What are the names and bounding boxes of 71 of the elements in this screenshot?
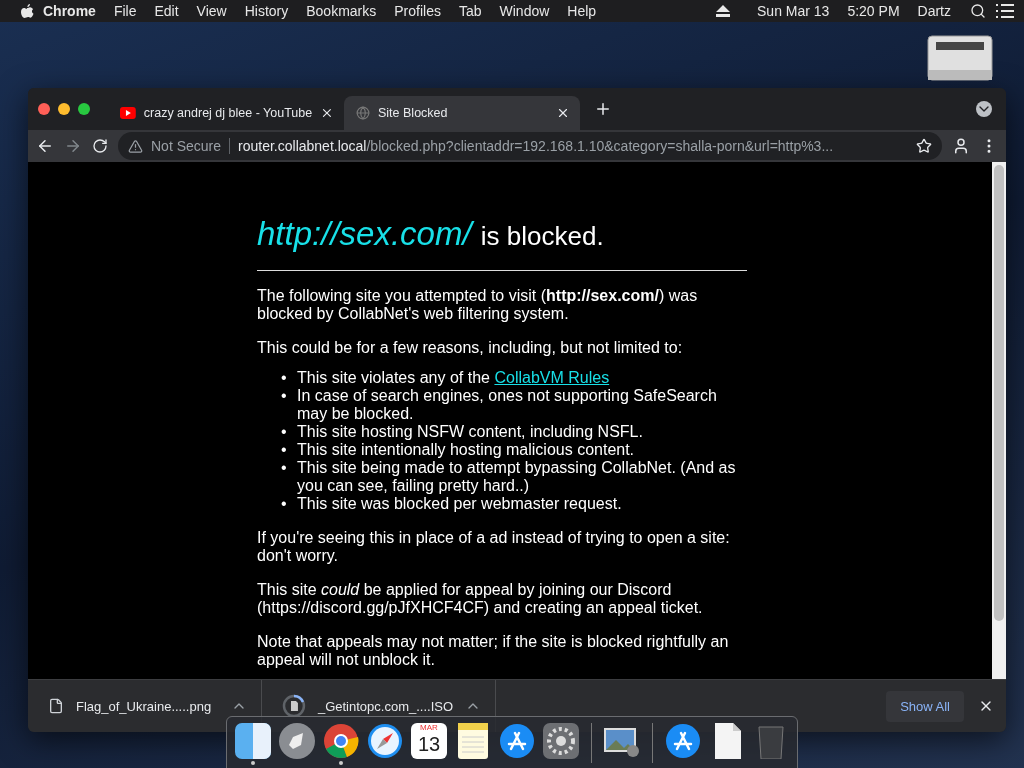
apple-icon[interactable] (20, 3, 34, 19)
new-tab-icon[interactable] (594, 100, 612, 118)
paragraph: Note that appeals may not matter; if the site is blocked rightfully an appeal will not unblock it. (257, 633, 730, 669)
close-icon[interactable] (320, 106, 334, 120)
menu-item[interactable]: Tab (449, 3, 491, 19)
url-text: router.collabnet.local/blocked.php?clientaddr=192.168.1.10&category=shalla-porn&url=http%3... (238, 138, 834, 154)
download-name[interactable]: Flag_of_Ukraine.....png (76, 698, 219, 714)
app-store-icon[interactable] (665, 723, 701, 759)
bullet: • (281, 387, 288, 406)
paragraph: This could be for a few reasons, including, but not limited to: (257, 339, 684, 357)
list-item: This site intentionally hosting malicious content. (297, 441, 635, 459)
bullet: • (281, 441, 288, 459)
globe-icon (356, 106, 370, 120)
browser-icon[interactable] (323, 723, 359, 759)
show-all-button[interactable]: Show All (886, 690, 964, 722)
download-name[interactable]: _Getintopc.com_....ISO (317, 698, 454, 714)
menu-item[interactable]: View (187, 3, 236, 19)
menu-user[interactable]: Dartz (908, 3, 960, 19)
close-button[interactable] (38, 103, 50, 115)
browser-tab[interactable]: crazy andrej dj blee - YouTube (108, 96, 344, 130)
paragraph: The following site you attempted to visit (http://sex.com/) was blocked by CollabNet's web filtering system. (257, 287, 699, 323)
compass-icon[interactable] (367, 723, 403, 759)
scrollbar[interactable] (992, 162, 1006, 679)
warning-icon (128, 138, 143, 154)
address-bar[interactable]: Not Secure router.collabnet.local/blocked.php?clientaddr=192.168.1.10&category=shalla-porn&url=http%3... (118, 132, 942, 160)
list-item: This site was blocked per webmaster request. (297, 495, 622, 513)
menu-item[interactable]: Help (558, 3, 606, 19)
menu-item[interactable]: Edit (145, 3, 188, 19)
app-store-icon[interactable] (499, 723, 535, 759)
menu-item[interactable]: History (235, 3, 298, 19)
list-icon[interactable] (996, 4, 1014, 18)
menu-item[interactable]: Profiles (385, 3, 450, 19)
menu-date[interactable]: Sun Mar 13 (748, 3, 839, 19)
bullet: • (281, 495, 288, 513)
reload-icon[interactable] (92, 138, 108, 154)
minimize-button[interactable] (58, 103, 70, 115)
forward-icon[interactable] (64, 137, 82, 155)
close-icon[interactable] (556, 106, 570, 120)
finder-icon[interactable] (235, 723, 271, 759)
video-icon (120, 107, 136, 119)
menu-item[interactable]: Bookmarks (297, 3, 386, 19)
zoom-button[interactable] (78, 103, 90, 115)
bookmark-icon[interactable] (916, 138, 932, 154)
tab-search-icon[interactable] (976, 101, 992, 117)
menu-item[interactable]: Window (490, 3, 559, 19)
search-icon[interactable] (970, 3, 986, 19)
gear-icon[interactable] (543, 723, 579, 759)
bullet: • (281, 459, 288, 478)
file-icon (48, 698, 64, 714)
menu-time[interactable]: 5:20 PM (838, 3, 909, 19)
rules-link[interactable]: CollabVM Rules (494, 369, 610, 386)
back-icon[interactable] (36, 137, 54, 155)
paragraph: If you're seeing this in place of a ad instead of trying to open a site: don't worry. (257, 529, 731, 565)
menu-item[interactable]: Chrome (34, 3, 105, 19)
calendar-icon[interactable]: MAR 13 (411, 723, 447, 759)
bullet: • (281, 423, 288, 441)
paragraph: This site could be applied for appeal by joining our Discord (https://discord.gg/pJfXHCF4CF) and creating an appeal ticket. (257, 581, 704, 617)
security-label: Not Secure (151, 138, 231, 154)
notes-icon[interactable] (455, 723, 491, 759)
calendar-day: 13 (417, 733, 441, 755)
page-heading: http://sex.com/ is blocked. (257, 214, 605, 254)
eject-icon[interactable] (716, 5, 731, 17)
profile-icon[interactable] (952, 137, 970, 155)
bullet: • (281, 369, 288, 387)
calendar-month: MAR (420, 723, 438, 733)
menu-item[interactable]: File (104, 3, 146, 19)
list-item: This site hosting NSFW content, including NSFL. (297, 423, 643, 441)
list-item: In case of search engines, ones not supporting SafeSearch may be blocked. (297, 387, 718, 423)
list-item: This site being made to attempt bypassing CollabNet. (And as you can see, failing pretty hard..) (297, 459, 737, 495)
browser-tab[interactable]: Site Blocked (344, 96, 580, 130)
list-item: This site violates any of the CollabVM Rules (297, 369, 610, 387)
